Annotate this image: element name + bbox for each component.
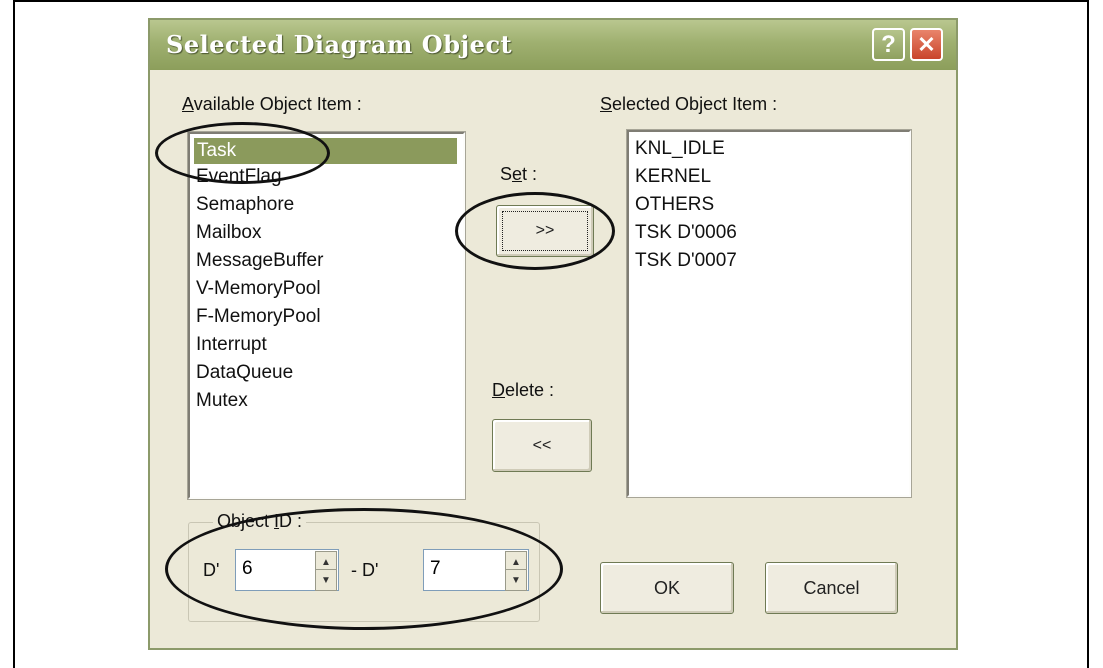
object-id-legend-rest: D : [279,511,303,531]
to-id-spinner[interactable]: ▲ ▼ [505,551,527,591]
selected-label-rest: elected Object Item : [612,94,778,114]
selected-items-list[interactable]: KNL_IDLE KERNEL OTHERS TSK D'0006 TSK D'… [626,129,912,498]
set-label-rest: t : [522,164,538,184]
selected-item-kernel[interactable]: KERNEL [635,164,711,190]
cancel-button-label: Cancel [803,577,860,598]
delete-button-label: << [532,436,552,454]
selected-item-tsk-0006[interactable]: TSK D'0006 [635,220,737,246]
delete-label-rest: elete : [505,380,555,400]
list-item-semaphore[interactable]: Semaphore [196,192,294,218]
list-item-v-memorypool[interactable]: V-MemoryPool [196,276,321,302]
cancel-button[interactable]: Cancel [765,562,898,614]
selected-label-accel: S [600,94,613,114]
selected-item-others[interactable]: OTHERS [635,192,714,218]
question-mark-icon: ? [881,30,896,58]
delete-label: Delete : [492,380,554,401]
ok-button-label: OK [653,577,680,598]
set-label: Set : [500,164,537,185]
object-id-group: Object ID : D' 6 ▲ ▼ - D' 7 ▲ ▼ [188,511,540,622]
title-bar[interactable]: Selected Diagram Object ? ✕ [150,20,956,70]
set-button[interactable]: >> [496,205,594,257]
object-id-legend-prefix: Object [217,511,275,531]
close-button[interactable]: ✕ [910,28,943,61]
list-item-dataqueue[interactable]: DataQueue [196,360,293,386]
dialog-title: Selected Diagram Object [166,30,513,59]
list-item-messagebuffer[interactable]: MessageBuffer [196,248,323,274]
set-label-prefix: S [500,164,513,184]
list-item-mutex[interactable]: Mutex [196,388,248,414]
spin-down-icon[interactable]: ▼ [505,569,527,591]
available-label-accel: A [182,94,194,114]
list-item-f-memorypool[interactable]: F-MemoryPool [196,304,321,330]
list-item-eventflag[interactable]: EventFlag [196,164,282,190]
from-id-spinner[interactable]: ▲ ▼ [315,551,337,591]
list-item-interrupt[interactable]: Interrupt [196,332,267,358]
close-icon: ✕ [917,31,936,57]
selected-item-knl-idle[interactable]: KNL_IDLE [635,136,725,162]
available-items-label: Available Object Item : [182,94,362,115]
set-label-accel: e [512,164,523,184]
selected-item-tsk-0007[interactable]: TSK D'0007 [635,248,737,274]
delete-button[interactable]: << [492,419,592,472]
available-items-list[interactable]: Task EventFlag Semaphore Mailbox Message… [187,131,466,500]
delete-label-accel: D [492,380,505,400]
object-id-legend: Object ID : [213,511,307,532]
list-item-mailbox[interactable]: Mailbox [196,220,261,246]
selected-diagram-object-dialog: Selected Diagram Object ? ✕ Available Ob… [148,18,958,650]
selected-items-label: Selected Object Item : [600,94,777,115]
help-button[interactable]: ? [872,28,905,61]
available-label-rest: vailable Object Item : [193,94,362,114]
from-id-prefix: D' [203,560,220,580]
ok-button[interactable]: OK [600,562,734,614]
list-item-task[interactable]: Task [194,138,457,164]
to-id-prefix: - D' [351,560,379,580]
focus-rectangle [502,211,588,251]
spin-down-icon[interactable]: ▼ [315,569,337,591]
